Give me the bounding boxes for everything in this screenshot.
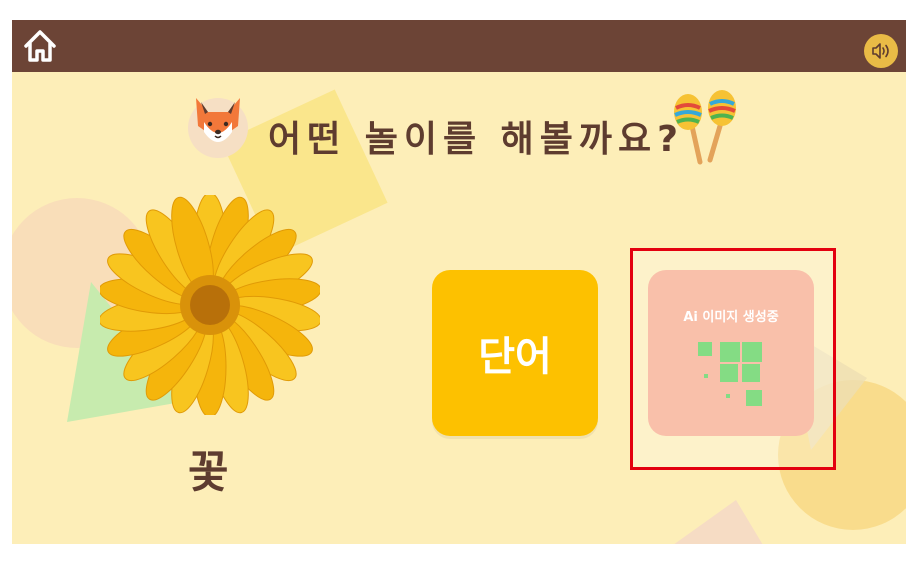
flower-image xyxy=(98,192,322,418)
home-button[interactable] xyxy=(20,26,60,66)
speaker-icon xyxy=(872,43,889,59)
selection-highlight xyxy=(630,248,836,470)
maracas-icon xyxy=(670,88,742,170)
word-game-button[interactable]: 단어 xyxy=(432,270,598,436)
home-icon xyxy=(24,30,56,62)
top-bar xyxy=(12,20,906,72)
sound-button[interactable] xyxy=(864,34,898,68)
fox-mascot-icon xyxy=(182,88,254,160)
game-screen: 어떤 놀이를 해볼까요? 꽃 단어 Ai 이미지 생성중 xyxy=(12,20,906,544)
word-game-label: 단어 xyxy=(478,334,552,380)
word-label: 꽃 xyxy=(188,447,229,498)
decor-triangle-bottom xyxy=(652,500,772,544)
page-title: 어떤 놀이를 해볼까요? xyxy=(268,119,685,160)
